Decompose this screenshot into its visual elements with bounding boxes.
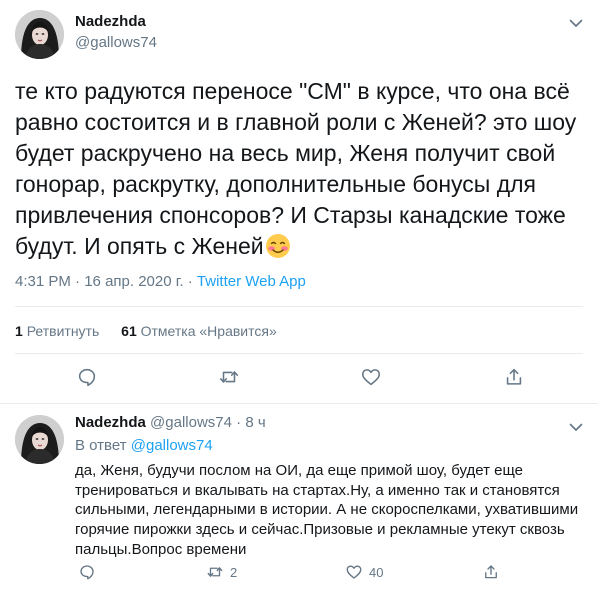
meta-separator: · [187, 273, 193, 290]
tweet-actions [0, 366, 598, 392]
reply-button[interactable] [78, 563, 96, 581]
retweet-button[interactable] [218, 366, 240, 388]
tweet-client-link[interactable]: Twitter Web App [197, 273, 306, 290]
reply-to-prefix: В ответ [75, 437, 127, 454]
retweet-count: 2 [230, 564, 238, 580]
author-name[interactable]: Nadezhda [75, 414, 146, 431]
meta-separator: · [236, 414, 242, 431]
main-tweet: Nadezhda @gallows74 те кто радуются пере… [0, 0, 598, 403]
reply-tweet[interactable]: Nadezhda @gallows74 · 8 ч В ответ @gallo… [0, 404, 598, 589]
retweet-button[interactable]: 2 [206, 563, 237, 581]
reply-header: Nadezhda @gallows74 · 8 ч [75, 414, 266, 431]
tweet-stats: 1 Ретвитнуть 61 Отметка «Нравится» [15, 323, 295, 339]
likes-stat[interactable]: 61 Отметка «Нравится» [121, 323, 277, 339]
retweet-icon [207, 567, 223, 577]
tweet-date[interactable]: 16 апр. 2020 г. [84, 273, 183, 290]
like-button[interactable] [360, 366, 382, 388]
blush-emoji-icon [265, 233, 291, 259]
share-icon [506, 368, 522, 385]
reply-button[interactable] [76, 366, 98, 388]
tweet-meta: 4:31 PM · 16 апр. 2020 г. · Twitter Web … [15, 273, 306, 290]
avatar[interactable] [15, 415, 64, 464]
author-name[interactable]: Nadezhda [75, 13, 146, 30]
share-button[interactable] [503, 366, 525, 388]
author-handle[interactable]: @gallows74 [75, 34, 157, 51]
tweet-time[interactable]: 4:31 PM [15, 273, 71, 290]
likes-label: Отметка «Нравится» [140, 323, 277, 339]
avatar[interactable] [15, 10, 64, 59]
meta-separator: · [75, 273, 81, 290]
reply-actions: 2 40 [0, 563, 598, 583]
tweet-text: те кто радуются переносе "СМ" в курсе, ч… [15, 76, 585, 262]
heart-icon [361, 369, 381, 386]
reply-to-handle[interactable]: @gallows74 [131, 437, 213, 454]
reply-to: В ответ @gallows74 [75, 437, 213, 454]
chevron-down-icon[interactable] [567, 14, 585, 32]
reply-time[interactable]: 8 ч [245, 414, 265, 431]
share-icon [485, 565, 497, 579]
tweet-text-body: те кто радуются переносе "СМ" в курсе, ч… [15, 78, 577, 259]
heart-icon [346, 565, 362, 579]
chevron-down-icon[interactable] [567, 418, 585, 436]
like-count: 40 [369, 564, 384, 580]
share-button[interactable] [482, 563, 500, 581]
reply-icon [80, 565, 94, 580]
divider [15, 306, 583, 307]
author-handle[interactable]: @gallows74 [150, 414, 232, 431]
retweets-label: Ретвитнуть [26, 323, 100, 339]
reply-icon [78, 368, 96, 387]
retweets-stat[interactable]: 1 Ретвитнуть [15, 323, 99, 339]
retweet-icon [219, 371, 239, 383]
divider [15, 353, 583, 354]
retweets-count: 1 [15, 323, 23, 339]
likes-count: 61 [121, 323, 137, 339]
like-button[interactable]: 40 [345, 563, 383, 581]
reply-text: да, Женя, будучи послом на ОИ, да еще пр… [75, 462, 579, 558]
